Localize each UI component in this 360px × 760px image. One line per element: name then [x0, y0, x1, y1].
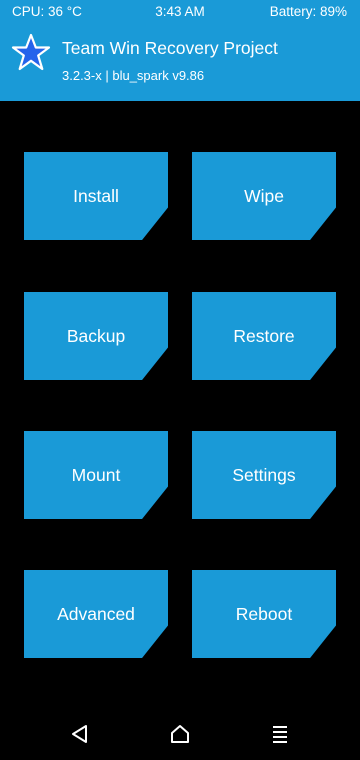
advanced-button[interactable]: Advanced — [24, 570, 168, 658]
back-triangle-icon[interactable] — [68, 722, 92, 746]
home-icon[interactable] — [168, 722, 192, 746]
restore-button[interactable]: Restore — [192, 292, 336, 380]
mount-button[interactable]: Mount — [24, 431, 168, 519]
reboot-button[interactable]: Reboot — [192, 570, 336, 658]
main-menu-grid: Install Wipe Backup Restore Mount Settin… — [0, 0, 360, 760]
wipe-button[interactable]: Wipe — [192, 152, 336, 240]
settings-button[interactable]: Settings — [192, 431, 336, 519]
install-button[interactable]: Install — [24, 152, 168, 240]
menu-lines-icon[interactable] — [268, 722, 292, 746]
navigation-bar — [0, 700, 360, 760]
backup-button[interactable]: Backup — [24, 292, 168, 380]
